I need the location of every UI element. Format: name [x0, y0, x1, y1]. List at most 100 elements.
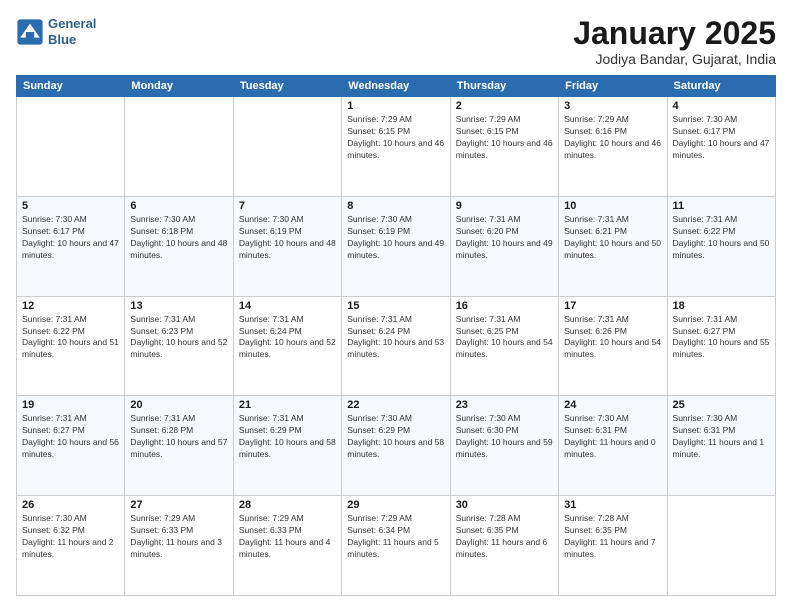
day-info: Sunrise: 7:30 AMSunset: 6:17 PMDaylight:… — [22, 214, 119, 260]
day-info: Sunrise: 7:30 AMSunset: 6:19 PMDaylight:… — [239, 214, 336, 260]
day-cell: 18 Sunrise: 7:31 AMSunset: 6:27 PMDaylig… — [667, 296, 775, 396]
day-info: Sunrise: 7:29 AMSunset: 6:33 PMDaylight:… — [130, 513, 222, 559]
day-cell: 20 Sunrise: 7:31 AMSunset: 6:28 PMDaylig… — [125, 396, 233, 496]
day-info: Sunrise: 7:31 AMSunset: 6:22 PMDaylight:… — [673, 214, 770, 260]
day-number: 21 — [239, 399, 336, 411]
day-cell: 22 Sunrise: 7:30 AMSunset: 6:29 PMDaylig… — [342, 396, 450, 496]
weekday-header-row: SundayMondayTuesdayWednesdayThursdayFrid… — [17, 76, 776, 97]
day-number: 16 — [456, 300, 553, 312]
title-block: January 2025 Jodiya Bandar, Gujarat, Ind… — [573, 16, 776, 67]
day-cell — [667, 496, 775, 596]
day-number: 30 — [456, 499, 553, 511]
day-info: Sunrise: 7:31 AMSunset: 6:25 PMDaylight:… — [456, 314, 553, 360]
day-number: 22 — [347, 399, 444, 411]
day-number: 6 — [130, 200, 227, 212]
day-cell: 1 Sunrise: 7:29 AMSunset: 6:15 PMDayligh… — [342, 97, 450, 197]
day-info: Sunrise: 7:31 AMSunset: 6:20 PMDaylight:… — [456, 214, 553, 260]
weekday-header-monday: Monday — [125, 76, 233, 97]
day-number: 10 — [564, 200, 661, 212]
day-number: 11 — [673, 200, 770, 212]
calendar-table: SundayMondayTuesdayWednesdayThursdayFrid… — [16, 75, 776, 596]
day-info: Sunrise: 7:29 AMSunset: 6:15 PMDaylight:… — [347, 114, 444, 160]
day-info: Sunrise: 7:30 AMSunset: 6:32 PMDaylight:… — [22, 513, 114, 559]
week-row-3: 12 Sunrise: 7:31 AMSunset: 6:22 PMDaylig… — [17, 296, 776, 396]
day-cell: 5 Sunrise: 7:30 AMSunset: 6:17 PMDayligh… — [17, 196, 125, 296]
day-cell — [17, 97, 125, 197]
day-info: Sunrise: 7:31 AMSunset: 6:28 PMDaylight:… — [130, 413, 227, 459]
day-number: 12 — [22, 300, 119, 312]
day-cell: 8 Sunrise: 7:30 AMSunset: 6:19 PMDayligh… — [342, 196, 450, 296]
day-number: 26 — [22, 499, 119, 511]
day-cell: 4 Sunrise: 7:30 AMSunset: 6:17 PMDayligh… — [667, 97, 775, 197]
day-number: 27 — [130, 499, 227, 511]
day-info: Sunrise: 7:31 AMSunset: 6:23 PMDaylight:… — [130, 314, 227, 360]
day-number: 4 — [673, 100, 770, 112]
day-cell: 29 Sunrise: 7:29 AMSunset: 6:34 PMDaylig… — [342, 496, 450, 596]
day-info: Sunrise: 7:29 AMSunset: 6:33 PMDaylight:… — [239, 513, 331, 559]
weekday-header-tuesday: Tuesday — [233, 76, 341, 97]
day-info: Sunrise: 7:28 AMSunset: 6:35 PMDaylight:… — [456, 513, 548, 559]
day-number: 23 — [456, 399, 553, 411]
day-cell: 31 Sunrise: 7:28 AMSunset: 6:35 PMDaylig… — [559, 496, 667, 596]
day-cell: 24 Sunrise: 7:30 AMSunset: 6:31 PMDaylig… — [559, 396, 667, 496]
day-cell: 23 Sunrise: 7:30 AMSunset: 6:30 PMDaylig… — [450, 396, 558, 496]
day-number: 8 — [347, 200, 444, 212]
day-number: 2 — [456, 100, 553, 112]
day-number: 17 — [564, 300, 661, 312]
day-number: 28 — [239, 499, 336, 511]
day-info: Sunrise: 7:30 AMSunset: 6:30 PMDaylight:… — [456, 413, 553, 459]
day-info: Sunrise: 7:31 AMSunset: 6:24 PMDaylight:… — [347, 314, 444, 360]
day-info: Sunrise: 7:30 AMSunset: 6:18 PMDaylight:… — [130, 214, 227, 260]
day-cell: 13 Sunrise: 7:31 AMSunset: 6:23 PMDaylig… — [125, 296, 233, 396]
week-row-4: 19 Sunrise: 7:31 AMSunset: 6:27 PMDaylig… — [17, 396, 776, 496]
day-number: 18 — [673, 300, 770, 312]
logo-line1: General — [48, 16, 96, 31]
day-cell: 6 Sunrise: 7:30 AMSunset: 6:18 PMDayligh… — [125, 196, 233, 296]
day-cell: 14 Sunrise: 7:31 AMSunset: 6:24 PMDaylig… — [233, 296, 341, 396]
day-cell: 10 Sunrise: 7:31 AMSunset: 6:21 PMDaylig… — [559, 196, 667, 296]
day-cell: 26 Sunrise: 7:30 AMSunset: 6:32 PMDaylig… — [17, 496, 125, 596]
weekday-header-saturday: Saturday — [667, 76, 775, 97]
day-info: Sunrise: 7:31 AMSunset: 6:24 PMDaylight:… — [239, 314, 336, 360]
day-cell: 16 Sunrise: 7:31 AMSunset: 6:25 PMDaylig… — [450, 296, 558, 396]
day-cell — [233, 97, 341, 197]
week-row-5: 26 Sunrise: 7:30 AMSunset: 6:32 PMDaylig… — [17, 496, 776, 596]
day-info: Sunrise: 7:31 AMSunset: 6:22 PMDaylight:… — [22, 314, 119, 360]
day-info: Sunrise: 7:30 AMSunset: 6:19 PMDaylight:… — [347, 214, 444, 260]
day-cell: 17 Sunrise: 7:31 AMSunset: 6:26 PMDaylig… — [559, 296, 667, 396]
day-cell: 11 Sunrise: 7:31 AMSunset: 6:22 PMDaylig… — [667, 196, 775, 296]
day-info: Sunrise: 7:28 AMSunset: 6:35 PMDaylight:… — [564, 513, 656, 559]
day-cell: 3 Sunrise: 7:29 AMSunset: 6:16 PMDayligh… — [559, 97, 667, 197]
day-number: 20 — [130, 399, 227, 411]
day-cell: 25 Sunrise: 7:30 AMSunset: 6:31 PMDaylig… — [667, 396, 775, 496]
day-info: Sunrise: 7:29 AMSunset: 6:16 PMDaylight:… — [564, 114, 661, 160]
logo-line2: Blue — [48, 32, 76, 47]
logo-icon — [16, 18, 44, 46]
day-cell: 7 Sunrise: 7:30 AMSunset: 6:19 PMDayligh… — [233, 196, 341, 296]
day-cell: 15 Sunrise: 7:31 AMSunset: 6:24 PMDaylig… — [342, 296, 450, 396]
page: General Blue January 2025 Jodiya Bandar,… — [0, 0, 792, 612]
logo: General Blue — [16, 16, 96, 47]
day-info: Sunrise: 7:29 AMSunset: 6:34 PMDaylight:… — [347, 513, 439, 559]
day-number: 1 — [347, 100, 444, 112]
day-cell: 27 Sunrise: 7:29 AMSunset: 6:33 PMDaylig… — [125, 496, 233, 596]
weekday-header-thursday: Thursday — [450, 76, 558, 97]
day-info: Sunrise: 7:31 AMSunset: 6:21 PMDaylight:… — [564, 214, 661, 260]
day-cell: 12 Sunrise: 7:31 AMSunset: 6:22 PMDaylig… — [17, 296, 125, 396]
day-number: 5 — [22, 200, 119, 212]
day-number: 13 — [130, 300, 227, 312]
day-cell: 28 Sunrise: 7:29 AMSunset: 6:33 PMDaylig… — [233, 496, 341, 596]
day-info: Sunrise: 7:31 AMSunset: 6:27 PMDaylight:… — [22, 413, 119, 459]
day-cell: 19 Sunrise: 7:31 AMSunset: 6:27 PMDaylig… — [17, 396, 125, 496]
day-cell: 21 Sunrise: 7:31 AMSunset: 6:29 PMDaylig… — [233, 396, 341, 496]
day-info: Sunrise: 7:31 AMSunset: 6:27 PMDaylight:… — [673, 314, 770, 360]
day-number: 14 — [239, 300, 336, 312]
weekday-header-friday: Friday — [559, 76, 667, 97]
header: General Blue January 2025 Jodiya Bandar,… — [16, 16, 776, 67]
logo-text: General Blue — [48, 16, 96, 47]
day-number: 19 — [22, 399, 119, 411]
calendar-subtitle: Jodiya Bandar, Gujarat, India — [573, 51, 776, 67]
day-number: 29 — [347, 499, 444, 511]
day-info: Sunrise: 7:30 AMSunset: 6:31 PMDaylight:… — [673, 413, 765, 459]
day-cell — [125, 97, 233, 197]
